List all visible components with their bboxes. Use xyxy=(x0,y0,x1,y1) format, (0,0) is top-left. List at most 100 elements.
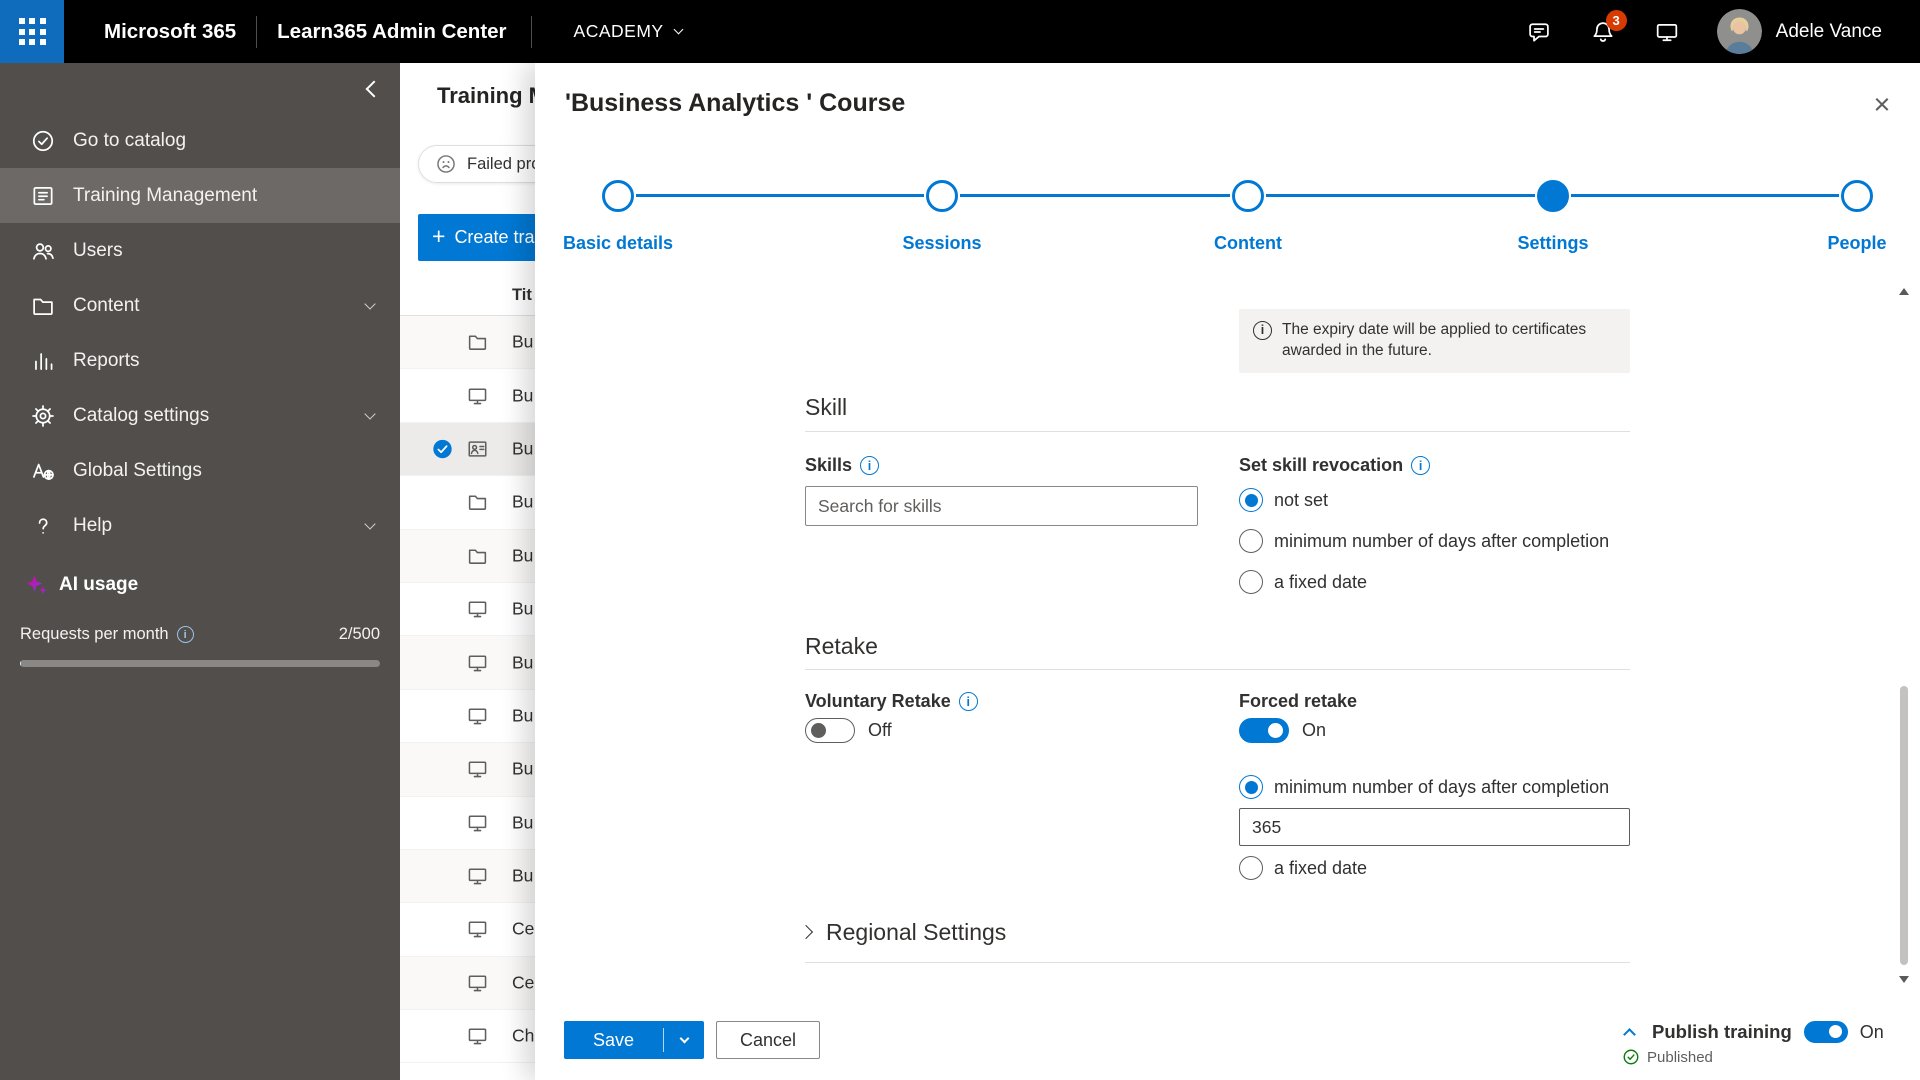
row-title: Bu xyxy=(512,438,534,459)
forced-label: Forced retake xyxy=(1239,691,1358,711)
expiry-note-text: The expiry date will be applied to certi… xyxy=(1282,321,1587,359)
step-content-circle[interactable] xyxy=(1232,180,1264,212)
screen-icon xyxy=(466,704,489,727)
column-title: Tit xyxy=(512,286,532,304)
skill-section-heading: Skill xyxy=(805,394,848,420)
step-basic-details-circle[interactable] xyxy=(602,180,634,212)
info-icon[interactable] xyxy=(1411,456,1431,475)
step-settings-label[interactable]: Settings xyxy=(1423,233,1683,254)
scroll-up-arrow[interactable] xyxy=(1899,288,1909,295)
save-button[interactable]: Save xyxy=(564,1021,704,1059)
days-after-completion-input[interactable] xyxy=(1239,808,1630,846)
reports-icon xyxy=(30,348,56,374)
forced-retake-toggle[interactable] xyxy=(1239,718,1289,743)
step-sessions-circle[interactable] xyxy=(926,180,958,212)
sidebar-item-content[interactable]: Content xyxy=(0,278,400,333)
divider xyxy=(805,669,1630,670)
publish-expander-button[interactable] xyxy=(1618,1021,1640,1043)
users-icon xyxy=(30,238,56,264)
screen-icon xyxy=(466,1025,489,1048)
stepper-line xyxy=(1571,194,1839,197)
voluntary-label: Voluntary Retake xyxy=(805,691,951,711)
row-title: Ce xyxy=(512,972,535,993)
stepper-line xyxy=(636,194,924,197)
regional-settings-expander[interactable]: Regional Settings xyxy=(798,916,1006,948)
divider xyxy=(805,962,1630,963)
radio-unchecked-icon xyxy=(1239,856,1263,880)
progress-fill xyxy=(20,660,22,667)
step-settings-circle[interactable] xyxy=(1537,180,1569,212)
ai-usage: AI usage xyxy=(24,572,138,597)
account-button[interactable]: Adele Vance xyxy=(1716,9,1882,54)
folder-icon xyxy=(466,331,489,354)
collapse-sidebar-button[interactable] xyxy=(356,71,392,107)
forced-retake-option-a-fixed-date[interactable]: a fixed date xyxy=(1239,854,1630,882)
app-launcher-button[interactable] xyxy=(0,0,64,63)
info-icon[interactable] xyxy=(958,692,978,711)
row-title: Bu xyxy=(512,491,534,512)
skill-revocation-option-not-set[interactable]: not set xyxy=(1239,486,1609,514)
close-icon[interactable] xyxy=(1864,87,1900,123)
sidebar-item-global-settings[interactable]: Global Settings xyxy=(0,443,400,498)
sidebar-item-training-management[interactable]: Training Management xyxy=(0,168,400,223)
step-people-label[interactable]: People xyxy=(1727,233,1920,254)
toggle-state-label: Off xyxy=(868,720,892,740)
tenant-selector[interactable]: ACADEMY xyxy=(573,21,684,42)
sidebar-item-label: Reports xyxy=(73,349,140,371)
sidebar-item-catalog-settings[interactable]: Catalog settings xyxy=(0,388,400,443)
sidebar-item-reports[interactable]: Reports xyxy=(0,333,400,388)
dialog-scrollbar xyxy=(1896,288,1912,983)
tenant-name: ACADEMY xyxy=(573,21,664,41)
training-icon xyxy=(30,183,56,209)
screen-icon xyxy=(466,758,489,781)
toggle-state-label: On xyxy=(1302,720,1327,740)
catalog-icon xyxy=(30,128,56,154)
forced-retake-option-minimum-number-of-days-after-completion[interactable]: minimum number of days after completion xyxy=(1239,773,1630,801)
screen-icon xyxy=(466,651,489,674)
chat-icon xyxy=(1526,19,1552,45)
app-title: Learn365 Admin Center xyxy=(277,19,507,43)
user-name: Adele Vance xyxy=(1775,20,1882,42)
radio-label: a fixed date xyxy=(1274,571,1368,592)
chevron-down-icon xyxy=(673,24,684,35)
voluntary-retake-toggle-row: Off xyxy=(805,718,892,743)
scrollbar-thumb[interactable] xyxy=(1900,686,1908,965)
info-icon[interactable] xyxy=(860,456,880,475)
chevron-down-icon xyxy=(364,297,376,310)
bell-button[interactable]: 3 xyxy=(1589,9,1627,46)
publish-training-label: Publish training xyxy=(1652,1021,1792,1042)
step-basic-details-label[interactable]: Basic details xyxy=(488,233,748,254)
sidebar-item-users[interactable]: Users xyxy=(0,223,400,278)
check-circle-icon xyxy=(432,438,453,459)
chat-button[interactable] xyxy=(1525,18,1553,46)
cancel-button[interactable]: Cancel xyxy=(716,1021,820,1059)
step-sessions-label[interactable]: Sessions xyxy=(812,233,1072,254)
row-title: Bu xyxy=(512,812,534,833)
chevron-up-icon xyxy=(1622,1027,1636,1041)
avatar xyxy=(1716,9,1762,54)
voluntary-retake-label: Voluntary Retake xyxy=(805,691,978,712)
skills-search-input[interactable] xyxy=(805,486,1198,526)
save-menu-button[interactable] xyxy=(664,1033,704,1044)
sidebar-item-help[interactable]: Help xyxy=(0,498,400,553)
sad-face-icon xyxy=(435,153,457,175)
row-title: Bu xyxy=(512,545,534,566)
voluntary-retake-toggle[interactable] xyxy=(805,718,855,743)
person-card-icon xyxy=(466,437,489,460)
brand-title: Microsoft 365 xyxy=(104,19,237,43)
info-icon[interactable] xyxy=(176,626,194,643)
skill-revocation-option-minimum-number-of-days-after-completion[interactable]: minimum number of days after completion xyxy=(1239,527,1609,555)
row-title: Bu xyxy=(512,705,534,726)
sidebar-item-go-to-catalog[interactable]: Go to catalog xyxy=(0,113,400,168)
publish-toggle[interactable] xyxy=(1803,1021,1848,1043)
forced-retake-label: Forced retake xyxy=(1239,691,1357,712)
row-title: Bu xyxy=(512,652,534,673)
step-people-circle[interactable] xyxy=(1841,180,1873,212)
step-content-label[interactable]: Content xyxy=(1118,233,1378,254)
sidebar-item-label: Global Settings xyxy=(73,459,202,481)
scroll-down-arrow[interactable] xyxy=(1899,976,1909,983)
radio-checked-icon xyxy=(1239,775,1263,799)
skill-revocation-option-a-fixed-date[interactable]: a fixed date xyxy=(1239,568,1609,596)
info-icon xyxy=(1253,321,1272,340)
screen-share-button[interactable] xyxy=(1653,18,1681,46)
